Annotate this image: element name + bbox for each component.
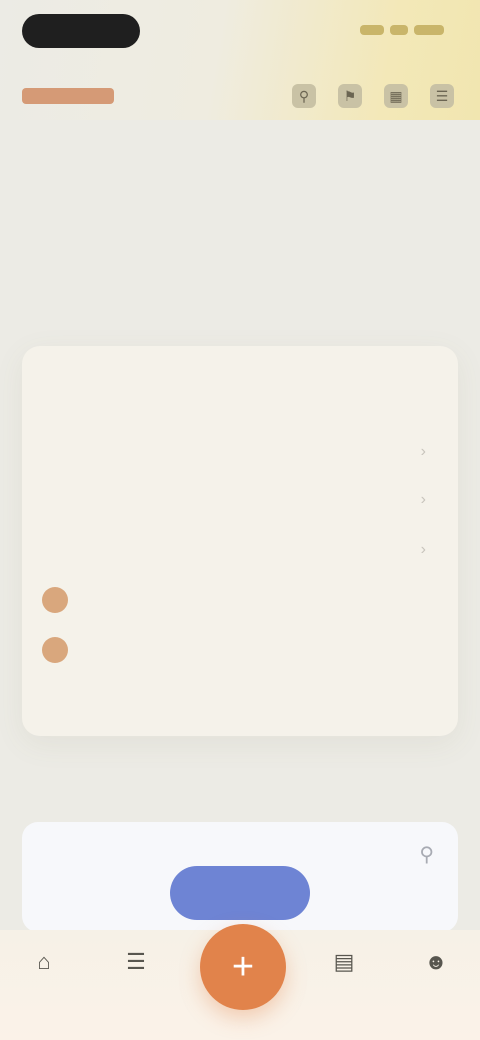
sub-item[interactable]: › (86, 438, 426, 466)
tag-icon (42, 587, 68, 613)
tag-icon (42, 637, 68, 663)
primary-button[interactable] (170, 866, 310, 920)
battery-icon (414, 25, 444, 35)
sub-item[interactable]: › (86, 536, 426, 564)
calendar-icon[interactable]: ▦ (384, 84, 408, 108)
bell-icon[interactable]: ⚑ (338, 84, 362, 108)
chevron-right-icon: › (420, 443, 426, 460)
brand-logo[interactable] (22, 88, 114, 104)
search-icon[interactable]: ⚲ (292, 84, 316, 108)
add-button[interactable]: + (200, 924, 286, 1010)
header-actions: ⚲ ⚑ ▦ ☰ (292, 84, 454, 108)
status-indicators (348, 22, 444, 38)
home-icon[interactable]: ⌂ (26, 944, 62, 980)
search-icon[interactable]: ⚲ (419, 842, 434, 867)
chevron-right-icon: › (420, 541, 426, 558)
sub-item[interactable]: › (86, 486, 426, 514)
tag-item[interactable] (42, 584, 282, 616)
list-icon[interactable]: ☰ (118, 944, 154, 980)
signal-icon (360, 25, 384, 35)
add-icon: + (231, 945, 255, 988)
page-title (18, 278, 348, 320)
category-card: › › › (22, 346, 458, 736)
profile-icon[interactable]: ☻ (418, 944, 454, 980)
wifi-icon (390, 25, 408, 35)
status-bar-pill (22, 14, 140, 48)
chevron-right-icon: › (420, 491, 426, 508)
tag-item[interactable] (42, 634, 282, 666)
menu-icon[interactable]: ☰ (430, 84, 454, 108)
chart-icon[interactable]: ▤ (326, 944, 362, 980)
